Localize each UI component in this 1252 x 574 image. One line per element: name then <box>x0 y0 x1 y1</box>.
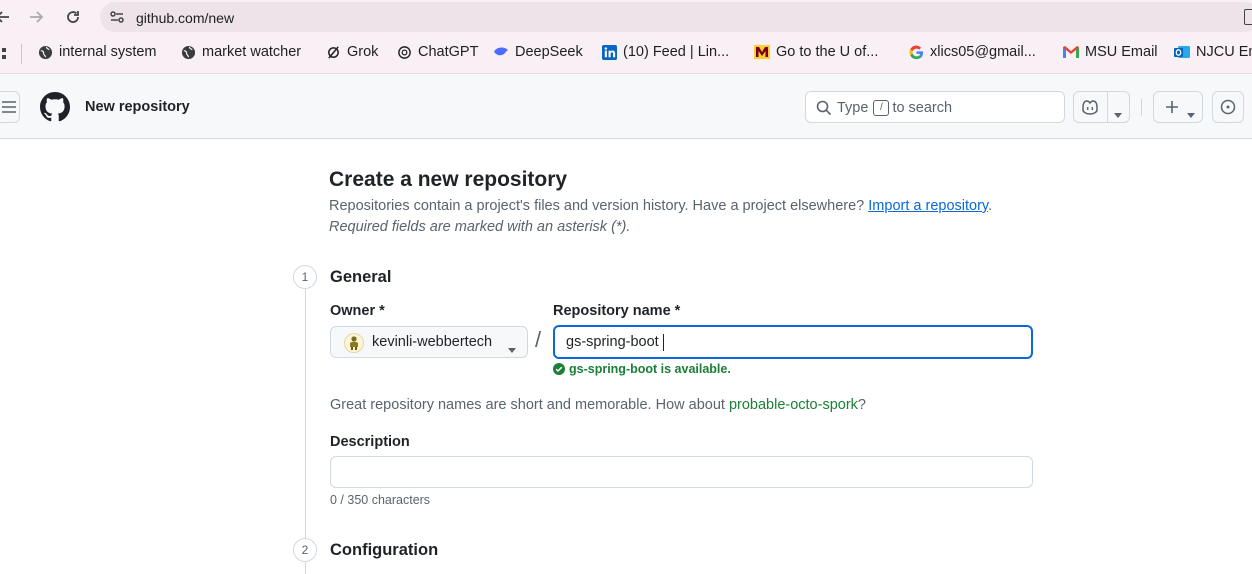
site-info-icon[interactable] <box>109 9 125 30</box>
grok-icon <box>325 44 341 60</box>
chevron-down-icon <box>508 340 516 358</box>
description-char-counter: 0 / 350 characters <box>330 493 431 507</box>
browser-toolbar: github.com/new <box>0 0 1252 34</box>
search-placeholder: Type / to search <box>837 100 953 116</box>
issues-button[interactable] <box>1212 91 1244 123</box>
owner-select-button[interactable]: kevinli-webbertech <box>330 326 528 358</box>
step-number: 1 <box>293 265 317 289</box>
search-input[interactable]: Type / to search <box>805 91 1065 123</box>
main-content: Create a new repository Repositories con… <box>0 139 1252 574</box>
back-arrow-icon[interactable] <box>0 6 14 28</box>
copilot-button[interactable] <box>1073 91 1130 123</box>
section-title-configuration: Configuration <box>330 541 439 559</box>
step-number: 2 <box>293 538 317 562</box>
tab-search-icon[interactable] <box>1244 9 1252 25</box>
globe-icon <box>37 44 53 60</box>
owner-label: Owner * <box>330 303 385 319</box>
page-context-title: New repository <box>85 99 190 115</box>
owner-avatar <box>344 333 364 353</box>
hamburger-menu-button[interactable] <box>0 91 20 123</box>
bookmark-njcu-email[interactable]: NJCU Em <box>1174 44 1252 60</box>
bookmark-linkedin[interactable]: (10) Feed | Lin... <box>601 44 729 60</box>
url-text: github.com/new <box>136 10 235 26</box>
bookmark-gmail-account[interactable]: xlics05@gmail... <box>908 44 1036 60</box>
deepseek-icon <box>493 44 509 60</box>
linkedin-icon <box>601 44 617 60</box>
bookmark-msu-email[interactable]: MSU Email <box>1063 44 1158 60</box>
search-shortcut-key: / <box>873 100 890 116</box>
header-divider <box>1141 99 1142 116</box>
section-title-general: General <box>330 268 392 286</box>
copilot-icon <box>1081 99 1099 120</box>
chevron-down-icon <box>1187 105 1195 123</box>
gmail-icon <box>1063 44 1079 60</box>
bookmarks-bar: internal system market watcher Grok Chat… <box>0 34 1252 74</box>
required-fields-note: Required fields are marked with an aster… <box>329 219 631 235</box>
create-new-button[interactable] <box>1153 91 1203 123</box>
forward-arrow-icon[interactable] <box>25 6 47 28</box>
page-intro: Repositories contain a project's files a… <box>329 198 993 214</box>
text-cursor <box>663 334 664 351</box>
owner-repo-separator: / <box>535 327 542 352</box>
plus-icon <box>1164 99 1180 120</box>
bookmark-deepseek[interactable]: DeepSeek <box>493 44 583 60</box>
repository-name-label: Repository name * <box>553 303 681 319</box>
bookmark-grok[interactable]: Grok <box>325 44 378 60</box>
copilot-split-divider <box>1107 92 1108 122</box>
apps-icon[interactable] <box>0 46 6 62</box>
globe-icon <box>180 44 196 60</box>
name-suggestion: Great repository names are short and mem… <box>330 397 866 413</box>
step-timeline-line <box>305 269 306 574</box>
google-icon <box>908 44 924 60</box>
search-icon <box>816 100 832 121</box>
chevron-down-icon[interactable] <box>1114 105 1122 123</box>
umn-icon <box>754 44 770 60</box>
issue-opened-icon <box>1220 99 1236 120</box>
bookmark-divider <box>21 44 22 64</box>
bookmark-umn[interactable]: Go to the U of... <box>754 44 878 60</box>
github-logo-icon[interactable] <box>40 92 70 127</box>
chatgpt-icon <box>396 44 412 60</box>
suggested-name-link[interactable]: probable-octo-spork <box>729 397 858 413</box>
bookmark-market-watcher[interactable]: market watcher <box>180 44 301 60</box>
import-repository-link[interactable]: Import a repository <box>868 198 988 214</box>
repository-name-input[interactable] <box>553 325 1033 359</box>
bookmark-chatgpt[interactable]: ChatGPT <box>396 44 478 60</box>
description-label: Description <box>330 434 410 450</box>
availability-message: gs-spring-boot is available. <box>553 362 731 376</box>
outlook-icon <box>1174 44 1190 60</box>
bookmark-internal-system[interactable]: internal system <box>37 44 157 60</box>
hamburger-icon <box>2 101 16 113</box>
description-input[interactable] <box>330 456 1033 488</box>
address-bar[interactable]: github.com/new <box>100 2 1252 32</box>
reload-icon[interactable] <box>62 6 84 28</box>
owner-value: kevinli-webbertech <box>372 334 493 350</box>
check-circle-icon <box>553 363 565 375</box>
github-header: New repository Type / to search <box>0 75 1252 139</box>
page-title: Create a new repository <box>329 168 568 191</box>
